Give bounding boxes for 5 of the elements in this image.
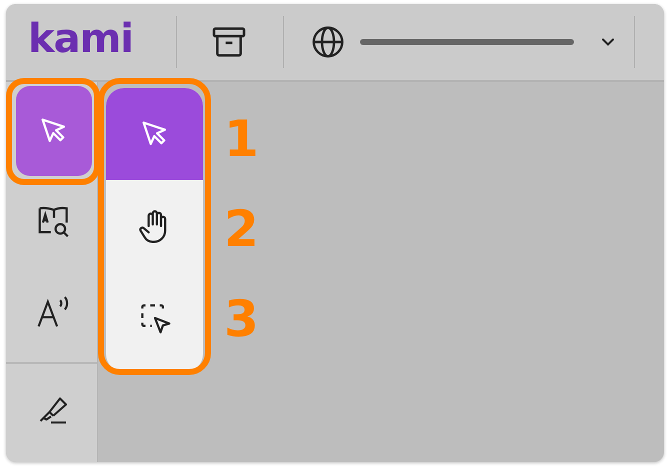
- step-number: 3: [224, 290, 259, 348]
- globe-icon[interactable]: [310, 24, 346, 60]
- step-number: 1: [224, 110, 259, 168]
- logo: kami: [28, 19, 134, 59]
- step-number: 2: [224, 200, 259, 258]
